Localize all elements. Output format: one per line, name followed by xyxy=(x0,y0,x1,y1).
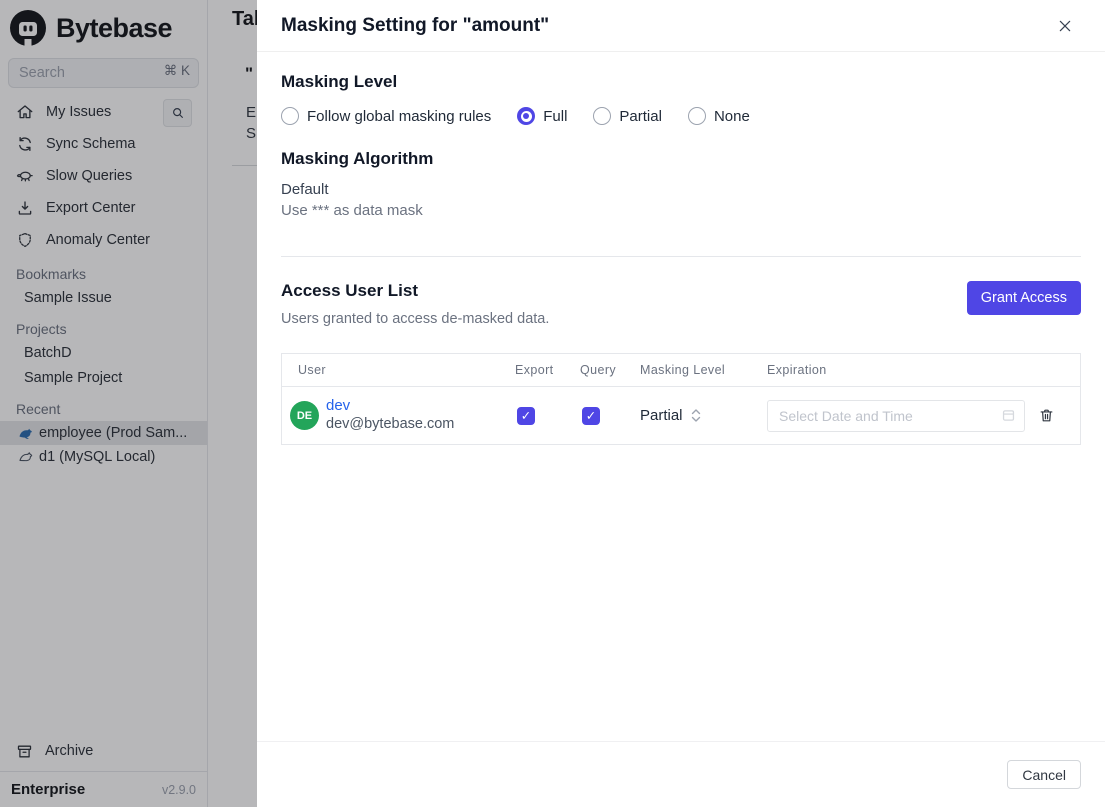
radio-icon[interactable] xyxy=(517,107,536,125)
algorithm-name: Default xyxy=(281,181,329,198)
modal-title: Masking Setting for "amount" xyxy=(281,14,550,36)
query-checkbox[interactable] xyxy=(582,406,600,425)
radio-full[interactable]: Full xyxy=(517,107,567,125)
radio-label: Full xyxy=(543,107,568,125)
algorithm-description: Use *** as data mask xyxy=(281,202,423,219)
chevron-updown-icon xyxy=(690,408,702,423)
masking-setting-modal: Masking Setting for "amount" Masking Lev… xyxy=(257,0,1105,807)
export-checkbox[interactable] xyxy=(517,406,535,425)
radio-label: Partial xyxy=(619,107,662,125)
close-icon[interactable] xyxy=(1054,15,1076,37)
radio-icon[interactable] xyxy=(687,107,706,125)
masking-level-select[interactable]: Partial xyxy=(640,407,767,424)
table-header-row: User Export Query Masking Level Expirati… xyxy=(282,354,1080,387)
expiration-cell xyxy=(767,399,1025,432)
cancel-button[interactable]: Cancel xyxy=(1007,760,1081,789)
column-header-masking-level: Masking Level xyxy=(640,363,726,377)
masking-level-options: Follow global masking rules Full Partial… xyxy=(281,107,1081,125)
radio-none[interactable]: None xyxy=(687,107,750,125)
user-name-link[interactable]: dev xyxy=(326,397,454,415)
column-header-export: Export xyxy=(515,363,554,377)
avatar: DE xyxy=(290,401,319,430)
radio-label: Follow global masking rules xyxy=(307,107,492,125)
masking-level-heading: Masking Level xyxy=(281,72,398,91)
radio-follow-global[interactable]: Follow global masking rules xyxy=(281,107,491,125)
radio-partial[interactable]: Partial xyxy=(593,107,662,125)
user-cell: DE dev dev@bytebase.com xyxy=(282,397,515,434)
modal-footer: Cancel xyxy=(257,741,1105,807)
masking-algorithm-heading: Masking Algorithm xyxy=(281,149,434,168)
radio-icon[interactable] xyxy=(593,107,612,125)
column-header-query: Query xyxy=(580,363,617,377)
access-user-list-header: Access User List Users granted to access… xyxy=(281,281,1081,327)
modal-body: Masking Level Follow global masking rule… xyxy=(257,52,1105,741)
grant-access-button[interactable]: Grant Access xyxy=(966,281,1081,315)
user-email: dev@bytebase.com xyxy=(326,416,455,432)
modal-header: Masking Setting for "amount" xyxy=(257,0,1105,52)
access-user-table: User Export Query Masking Level Expirati… xyxy=(281,353,1081,445)
trash-icon[interactable] xyxy=(1036,405,1057,426)
expiration-date-input[interactable] xyxy=(767,399,1025,432)
access-user-list-subtitle: Users granted to access de-masked data. xyxy=(281,311,550,327)
table-row: DE dev dev@bytebase.com Partial xyxy=(282,387,1080,444)
access-user-list-heading: Access User List xyxy=(281,281,419,300)
radio-icon[interactable] xyxy=(281,107,299,125)
radio-label: None xyxy=(713,107,750,125)
column-header-user: User xyxy=(298,363,326,377)
column-header-expiration: Expiration xyxy=(767,363,827,377)
app-root: Bytebase ⌘ K My Issues Sync Schema Slow … xyxy=(0,0,1105,807)
section-divider xyxy=(281,256,1081,257)
masking-level-value: Partial xyxy=(640,407,683,424)
